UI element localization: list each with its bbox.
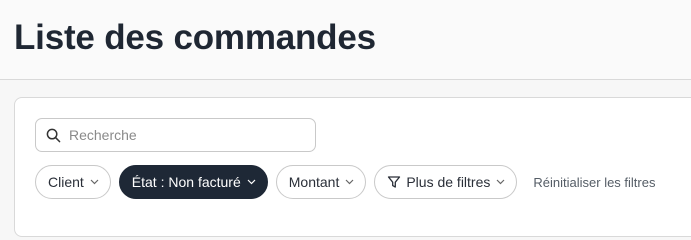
more-filters-button[interactable]: Plus de filtres [374,165,518,199]
filter-card: Client État : Non facturé Montant Plus d… [14,97,691,237]
filter-bar: Client État : Non facturé Montant Plus d… [35,165,655,199]
page-header: Liste des commandes [0,0,691,80]
state-filter-label: État : Non facturé [131,174,241,190]
more-filters-label: Plus de filtres [406,174,491,190]
chevron-down-icon [247,179,256,185]
search-box[interactable] [35,118,316,152]
search-icon [46,127,62,143]
amount-filter-button[interactable]: Montant [275,165,367,199]
amount-filter-label: Montant [288,174,340,190]
chevron-down-icon [496,179,505,185]
chevron-down-icon [345,179,354,185]
reset-filters-link[interactable]: Réinitialiser les filtres [533,175,655,190]
page-title: Liste des commandes [14,18,376,57]
filter-funnel-icon [387,175,401,189]
client-filter-label: Client [48,174,84,190]
state-filter-button[interactable]: État : Non facturé [118,165,268,199]
chevron-down-icon [90,179,99,185]
search-input[interactable] [69,127,299,143]
client-filter-button[interactable]: Client [35,165,111,199]
